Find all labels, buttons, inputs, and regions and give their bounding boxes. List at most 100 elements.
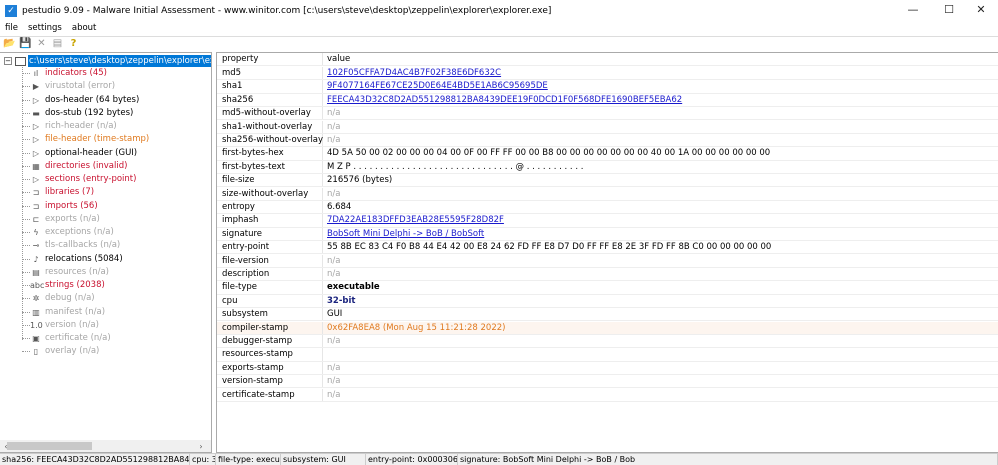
tree-connector [22,112,30,114]
table-row[interactable]: compiler-stamp 0x62FA8EA8 (Mon Aug 15 11:… [217,321,998,335]
table-row[interactable]: first-bytes-hex 4D 5A 50 00 02 00 00 00 0… [217,147,998,161]
menu-bar: file settings about [0,21,101,35]
table-row[interactable]: imphash 7DA22AE183DFFD3EAB28E5595F28D82F [217,214,998,228]
property-value: n/a [327,376,341,387]
tree-item-imports[interactable]: ⊐ imports (56) [22,200,98,213]
column-header-value[interactable]: value [323,53,350,65]
version-icon: 1.0 [30,320,43,330]
horizontal-scrollbar[interactable]: ‹ › [0,440,211,452]
open-icon[interactable]: 📂 [3,38,16,50]
app-checkmark-icon: ✓ [5,4,17,17]
menu-settings[interactable]: settings [23,21,67,35]
table-row[interactable]: exports-stamp n/a [217,361,998,376]
table-row[interactable]: file-size 216576 (bytes) [217,174,998,188]
property-value[interactable]: 102F05CFFA7D4AC4B7F02F38E6DF632C [323,67,501,79]
table-row[interactable]: signature BobSoft Mini Delphi -> BoB / Bo… [217,227,998,242]
tree-item-label: certificate (n/a) [45,333,111,343]
tree-item-optional-header[interactable]: ▷ optional-header (GUI) [22,147,137,160]
tree-connector [22,152,30,154]
save-icon[interactable]: 💾 [19,38,32,50]
tree-item-label: tls-callbacks (n/a) [45,240,121,251]
tree-item-label: dos-stub (192 bytes) [45,107,134,118]
table-row[interactable]: md5 102F05CFFA7D4AC4B7F02F38E6DF632C [217,66,998,81]
tree-item-rich-header[interactable]: ▷ rich-header (n/a) [22,120,117,133]
table-row[interactable]: sha1-without-overlay n/a [217,120,998,134]
tree-item-libraries[interactable]: ⊐ libraries (7) [22,186,94,199]
table-row[interactable]: entry-point 55 8B EC 83 C4 F0 B8 44 E4 42… [217,241,998,255]
imports-icon: ⊐ [32,201,40,211]
table-row[interactable]: version-stamp n/a [217,375,998,389]
tree-item-manifest[interactable]: ▥ manifest (n/a) [22,306,105,319]
tree-item-indicators[interactable]: ıl indicators (45) [22,67,107,80]
status-field-5: signature: BobSoft Mini Delphi -> BoB / … [458,454,998,465]
tree-item-virustotal[interactable]: ▶ virustotal (error) [22,80,115,93]
table-row[interactable]: size-without-overlay n/a [217,187,998,201]
column-header-property[interactable]: property [217,53,323,66]
tree-item-label: debug (n/a) [45,293,95,304]
tree-item-label: exports (n/a) [45,213,100,224]
tree-root[interactable]: − c:\users\steve\desktop\zeppelin\explor… [4,55,211,67]
minimize-button[interactable]: — [896,0,930,21]
close-file-icon[interactable]: ✕ [35,38,48,50]
maximize-button[interactable]: ☐ [932,0,966,21]
property-value[interactable]: 7DA22AE183DFFD3EAB28E5595F28D82F [323,214,504,226]
tree-item-sections[interactable]: ▷ sections (entry-point) [22,173,136,186]
help-icon[interactable]: ? [67,38,80,50]
tree-item-debug[interactable]: ✲ debug (n/a) [22,292,95,305]
table-row[interactable]: sha256 FEECA43D32C8D2AD551298812BA8439DEE… [217,93,998,108]
table-row[interactable]: file-type executable [217,281,998,295]
expand-icon: ▷ [32,148,40,158]
table-row[interactable]: resources-stamp [217,348,998,362]
tree-item-version[interactable]: 1.0 version (n/a) [22,319,99,332]
property-name: first-bytes-hex [217,147,323,160]
virustotal-icon: ▶ [32,82,40,92]
tree-item-overlay[interactable]: ▯ overlay (n/a) [22,345,99,358]
table-row[interactable]: sha256-without-overlay n/a [217,133,998,148]
tree-item-strings[interactable]: abc strings (2038) [22,279,105,292]
status-field-1: cpu: 32-bit [190,454,216,465]
property-value[interactable]: BobSoft Mini Delphi -> BoB / BobSoft [323,228,484,240]
tree-item-exports[interactable]: ⊏ exports (n/a) [22,213,100,226]
property-name: exports-stamp [217,361,323,375]
table-row[interactable]: sha1 9F4077164FE67CE25D0E64E4BD5E1AB6C956… [217,80,998,94]
table-row[interactable]: entropy 6.684 [217,200,998,215]
tree-item-label: sections (entry-point) [45,174,137,184]
close-button[interactable]: ✕ [964,0,998,21]
property-value: 55 8B EC 83 C4 F0 B8 44 E4 42 00 E8 24 6… [327,242,772,253]
table-row[interactable]: subsystem GUI [217,308,998,322]
property-value: 216576 (bytes) [327,175,393,186]
property-name: imphash [217,214,323,227]
tree-item-file-header[interactable]: ▷ file-header (time-stamp) [22,133,149,146]
property-value[interactable]: 9F4077164FE67CE25D0E64E4BD5E1AB6C95695DE [323,80,548,92]
expand-icon: ▷ [32,122,40,131]
table-row[interactable]: first-bytes-text M Z P . . . . . . . . . … [217,160,998,175]
strings-icon: abc [30,281,45,290]
collapse-icon[interactable]: − [4,57,12,65]
tree-item-certificate[interactable]: ▣ certificate (n/a) [22,332,111,345]
tree-item-directories[interactable]: ▦ directories (invalid) [22,160,127,173]
table-row[interactable]: debugger-stamp n/a [217,334,998,349]
property-name: sha256 [217,93,323,107]
table-row[interactable]: md5-without-overlay n/a [217,107,998,121]
clipboard-icon[interactable]: ▤ [51,38,64,50]
property-name: md5-without-overlay [217,107,323,120]
indicators-icon: ıl [33,69,39,78]
tree-item-exceptions[interactable]: ϟ exceptions (n/a) [22,226,114,239]
menu-about[interactable]: about [67,21,102,35]
table-row[interactable]: cpu 32-bit [217,294,998,309]
table-row[interactable]: description n/a [217,267,998,282]
tree-item-label: optional-header (GUI) [45,147,138,158]
scroll-right-icon[interactable]: › [195,442,207,451]
scrollbar-thumb[interactable] [7,442,92,450]
property-value[interactable]: FEECA43D32C8D2AD551298812BA8439DEE19F0DC… [323,94,682,106]
tree-item-resources[interactable]: ▤ resources (n/a) [22,266,109,279]
tree-item-dos-header[interactable]: ▷ dos-header (64 bytes) [22,94,139,107]
tree-item-relocations[interactable]: ♪ relocations (5084) [22,253,123,266]
tree-item-tls-callbacks[interactable]: ⊸ tls-callbacks (n/a) [22,239,120,252]
property-value: 0x62FA8EA8 (Mon Aug 15 11:21:28 2022) [327,322,506,333]
table-row[interactable]: file-version n/a [217,254,998,268]
tree-connector [22,126,30,127]
table-row[interactable]: certificate-stamp n/a [217,388,998,402]
menu-file[interactable]: file [0,21,23,35]
tree-item-dos-stub[interactable]: ▬ dos-stub (192 bytes) [22,107,133,120]
